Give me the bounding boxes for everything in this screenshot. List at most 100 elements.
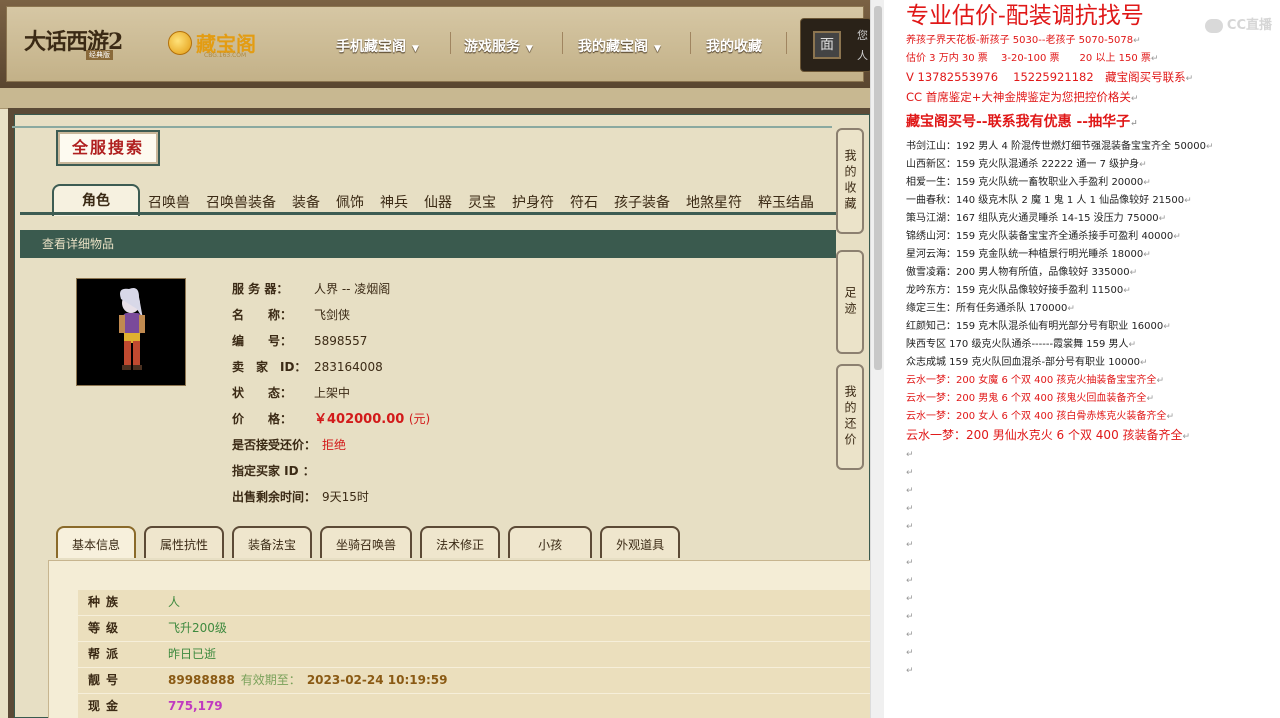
notes-empty-line: ↵	[906, 626, 1280, 644]
notes-listing-line: 陕西专区 170 级克火队通杀------霞裳舞 159 男人↵	[906, 336, 1280, 354]
paragraph-mark: ↵	[1123, 286, 1131, 296]
notes-empty-line: ↵	[906, 446, 1280, 464]
notes-listing-line: 云水一梦：200 女魔 6 个双 400 孩克火抽装备宝宝齐全↵	[906, 372, 1280, 390]
field-value: 9天15时	[322, 490, 369, 504]
subtab-basic-info[interactable]: 基本信息	[56, 526, 137, 558]
notes-line-text: 云水一梦：200 男鬼 6 个双 400 孩鬼火回血装备齐全	[906, 393, 1147, 404]
subtab-mounts-pets[interactable]: 坐骑召唤兽	[320, 526, 413, 558]
paragraph-mark: ↵	[1166, 412, 1174, 422]
notes-empty-lines: ↵ ↵ ↵ ↵ ↵ ↵ ↵ ↵ ↵ ↵ ↵ ↵ ↵	[906, 446, 1280, 680]
cbg-logo-url: CBG.163.COM	[204, 52, 247, 59]
nav-divider	[562, 32, 563, 54]
notes-listings: 书剑江山：192 男人 4 阶混传世燃灯细节强混装备宝宝齐全 50000↵ 山西新…	[906, 138, 1280, 372]
price-value: ￥402000.00 (元)	[314, 410, 430, 436]
nav-label: 手机藏宝阁	[336, 39, 406, 55]
paragraph-mark: ↵	[1158, 214, 1167, 224]
notes-listing-line: 锦绣山河：159 克火队装备宝宝齐全通杀接手可盈利 40000↵	[906, 228, 1280, 246]
field-label: 价 格：	[232, 412, 293, 426]
field-value: 拒绝	[322, 438, 347, 452]
notes-empty-line: ↵	[906, 608, 1280, 626]
cbg-logo[interactable]: 藏宝阁 CBG.163.COM	[168, 28, 256, 59]
nav-divider	[690, 32, 691, 54]
field-buyer-id: 指定买家 ID ：	[232, 462, 430, 488]
paragraph-mark: ↵	[1163, 322, 1171, 332]
expiry-value: 2023-02-24 10:19:59	[306, 673, 448, 687]
subtab-child[interactable]: 小孩	[508, 526, 593, 558]
cc-logo-icon	[1204, 18, 1223, 33]
nav-game-services[interactable]: 游戏服务 ▼	[464, 36, 533, 56]
notes-line-text: 锦绣山河：159 克火队装备宝宝齐全通杀接手可盈利 40000	[906, 231, 1174, 242]
paragraph-mark: ↵	[906, 576, 914, 586]
game-logo[interactable]: 大话西游2 经典版	[24, 24, 123, 60]
notes-line-text: 策马江湖：167 组队克火通灵睡杀 14-15 没压力 75000	[906, 213, 1159, 224]
side-btn-footprint[interactable]: 足迹	[836, 250, 864, 354]
scrollbar[interactable]	[870, 0, 885, 718]
field-value: 5898557	[314, 334, 368, 348]
info-label: 等级	[88, 621, 125, 635]
paragraph-mark: ↵	[1128, 340, 1137, 350]
global-search-button[interactable]: 全服搜索	[56, 130, 160, 166]
price-unit: (元)	[408, 412, 431, 426]
avatar: 面	[813, 31, 841, 59]
subtab-equipment[interactable]: 装备法宝	[232, 526, 313, 558]
field-label: 编 号：	[232, 334, 293, 348]
notes-document: CC直播 专业估价-配装调抗找号 养孩子界天花板-新孩子 5030--老孩子 5…	[884, 0, 1280, 718]
field-label: 名 称：	[232, 308, 293, 322]
notes-listing-line: 云水一梦：200 女人 6 个双 400 孩白骨赤炼克火装备齐全↵	[906, 408, 1280, 426]
nav-mobile-cbg[interactable]: 手机藏宝阁 ▼	[336, 36, 419, 56]
paragraph-mark: ↵	[906, 540, 914, 550]
info-value: 89988888 有效期至： 2023-02-24 10:19:59	[168, 668, 447, 693]
notes-empty-line: ↵	[906, 572, 1280, 590]
nav-my-favorites[interactable]: 我的收藏	[706, 36, 762, 56]
top-header: 大话西游2 经典版 藏宝阁 CBG.163.COM 手机藏宝阁 ▼ 游戏服务 ▼ 我…	[0, 0, 870, 88]
info-row-race: 种族 人	[78, 590, 870, 616]
notes-listing-line: 红颜知己：159 克木队混杀仙有明光部分号有职业 16000↵	[906, 318, 1280, 336]
side-btn-favorites[interactable]: 我的收藏	[836, 128, 864, 234]
notes-listing-line: 策马江湖：167 组队克火通灵睡杀 14-15 没压力 75000↵	[906, 210, 1280, 228]
notes-listing-line: 一曲春秋：140 级克木队 2 魔 1 鬼 1 人 1 仙品像较好 21500↵	[906, 192, 1280, 210]
user-box[interactable]: 面 您 人	[800, 18, 870, 72]
side-btn-my-offers[interactable]: 我的还价	[836, 364, 864, 470]
field-value: 283164008	[314, 360, 383, 374]
field-label: 状 态：	[232, 386, 293, 400]
paragraph-mark: ↵	[906, 522, 914, 532]
character-thumbnail[interactable]	[76, 278, 186, 386]
paragraph-mark: ↵	[906, 594, 914, 604]
watermark-text: CC直播	[1226, 18, 1272, 33]
paragraph-mark: ↵	[906, 486, 914, 496]
paragraph-mark: ↵	[1185, 74, 1194, 84]
notes-line-text: 书剑江山：192 男人 4 阶混传世燃灯细节强混装备宝宝齐全 50000	[906, 141, 1206, 152]
field-price: 价 格： ￥402000.00 (元)	[232, 410, 430, 436]
nav-label: 我的收藏	[706, 39, 762, 55]
notes-line-text: 山西新区：159 克火队混通杀 22222 通一 7 级护身	[906, 159, 1140, 170]
price-amount: ￥402000.00	[314, 412, 405, 427]
field-bargain: 是否接受还价： 拒绝	[232, 436, 430, 462]
notes-heading-text: 藏宝阁买号--联系我有优惠 --抽华子	[906, 114, 1131, 130]
chevron-down-icon: ▼	[654, 44, 661, 54]
scrollbar-thumb[interactable]	[874, 6, 882, 370]
notes-appraise: CC 首席鉴定+大神金牌鉴定为您把控价格关↵	[906, 88, 1280, 108]
paragraph-mark: ↵	[1067, 304, 1075, 314]
notes-empty-line: ↵	[906, 536, 1280, 554]
paragraph-mark: ↵	[1205, 142, 1214, 152]
notes-line-text: 红颜知己：159 克木队混杀仙有明光部分号有职业 16000	[906, 321, 1164, 332]
notes-listing-line: 相爱一生：159 克火队统一畜牧职业入手盈利 20000↵	[906, 174, 1280, 192]
paragraph-mark: ↵	[1146, 394, 1154, 404]
field-status: 状 态： 上架中	[232, 384, 430, 410]
subtab-spell-correction[interactable]: 法术修正	[420, 526, 501, 558]
notes-empty-line: ↵	[906, 518, 1280, 536]
notes-line: 养孩子界天花板-新孩子 5030--老孩子 5070-5078↵	[906, 32, 1280, 50]
field-label: 指定买家 ID ：	[232, 464, 315, 478]
info-value: 昨日已逝	[168, 647, 217, 661]
nav-my-cbg[interactable]: 我的藏宝阁 ▼	[578, 36, 661, 56]
subtab-appearance[interactable]: 外观道具	[600, 526, 681, 558]
notes-red-listings: 云水一梦：200 女魔 6 个双 400 孩克火抽装备宝宝齐全↵ 云水一梦：200…	[906, 372, 1280, 446]
paragraph-mark: ↵	[1184, 196, 1192, 206]
info-label: 种族	[88, 595, 125, 609]
detail-subtabs: 基本信息 属性抗性 装备法宝 坐骑召唤兽 法术修正 小孩 外观道具	[56, 526, 681, 558]
paragraph-mark: ↵	[1139, 160, 1147, 170]
nav-label: 游戏服务	[464, 39, 520, 55]
paragraph-mark: ↵	[1140, 358, 1148, 368]
subtab-attributes[interactable]: 属性抗性	[144, 526, 225, 558]
notes-empty-line: ↵	[906, 554, 1280, 572]
